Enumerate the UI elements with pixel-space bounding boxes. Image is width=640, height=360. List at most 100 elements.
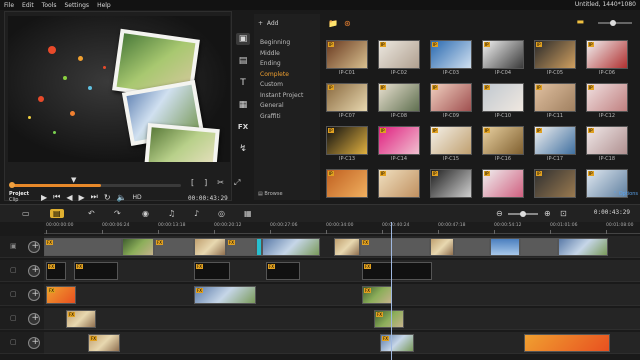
project-clip-toggle[interactable]: Project Clip (9, 191, 35, 203)
slider-knob[interactable] (610, 20, 616, 26)
preview-window[interactable] (8, 16, 230, 162)
category-middle[interactable]: Middle (258, 49, 318, 60)
mark-in-button[interactable]: [ (191, 178, 194, 188)
template-thumbnail[interactable]: IP (534, 169, 576, 199)
template-thumbnail[interactable]: IP IP-C02 (378, 40, 420, 76)
home-icon[interactable]: ⏮ (53, 192, 60, 202)
record-capture-icon[interactable]: ◉ (142, 209, 149, 218)
timeline-clip[interactable]: FX (44, 238, 122, 256)
play-icon[interactable]: ▶ (41, 193, 47, 202)
template-thumbnail[interactable]: IP IP-C15 (430, 126, 472, 162)
zoom-slider-knob[interactable] (520, 211, 526, 217)
view-mode-icon[interactable]: ▬ (576, 17, 584, 26)
add-button[interactable]: + Add (258, 20, 278, 27)
track-add-icon[interactable] (28, 313, 40, 325)
category-instant-project[interactable]: Instant Project (258, 91, 318, 102)
zoom-out-icon[interactable]: ⊖ (496, 209, 503, 218)
track-visibility-icon[interactable]: ▢ (10, 314, 17, 322)
browse-button[interactable]: ▤ Browse (258, 191, 283, 197)
template-thumbnail[interactable]: IP IP-C05 (534, 40, 576, 76)
undo-icon[interactable]: ↶ (88, 209, 95, 218)
track-add-icon[interactable] (28, 241, 40, 253)
timeline-clip[interactable]: FX (266, 262, 300, 280)
scrubber[interactable] (9, 182, 181, 188)
trim-marker[interactable]: ▼ (71, 176, 76, 184)
track-visibility-icon[interactable]: ▢ (10, 266, 17, 274)
category-complete[interactable]: Complete (258, 70, 318, 81)
instant-project-icon[interactable]: ▤ (236, 55, 250, 67)
timeline-clip[interactable]: FX (362, 262, 432, 280)
timeline-clip[interactable]: FX (46, 262, 66, 280)
folder-icon[interactable]: 📁 (328, 19, 338, 28)
timeline-clip[interactable] (454, 238, 490, 256)
timecode-display[interactable]: 00:00:43:29 (188, 195, 228, 202)
subtitle-icon[interactable]: ▦ (244, 209, 252, 218)
timeline-clip[interactable] (194, 238, 226, 256)
timeline-clip[interactable]: FX (194, 286, 256, 304)
hd-toggle[interactable]: HD (133, 194, 142, 201)
redo-icon[interactable]: ↷ (114, 209, 121, 218)
timeline-clip[interactable]: FX (154, 238, 194, 256)
path-icon[interactable]: ↯ (236, 143, 250, 155)
timeline-clip[interactable] (558, 238, 608, 256)
track-add-icon[interactable] (28, 337, 40, 349)
template-thumbnail[interactable]: IP IP-C13 (326, 126, 368, 162)
timeline-clip[interactable]: FX (226, 238, 256, 256)
timeline-ruler[interactable]: 00:00:00:00 00:00:06:24 00:00:13:18 00:00:2… (44, 222, 640, 234)
timeline-clip[interactable] (262, 238, 320, 256)
menu-tools[interactable]: Tools (38, 2, 61, 9)
track-visibility-icon[interactable]: ▣ (10, 242, 17, 250)
template-thumbnail[interactable]: IP IP-C16 (482, 126, 524, 162)
template-thumbnail[interactable]: IP (482, 169, 524, 199)
template-thumbnail[interactable]: IP IP-C14 (378, 126, 420, 162)
mark-out-button[interactable]: ] (204, 178, 207, 188)
timeline-clip[interactable]: FX (88, 334, 120, 352)
template-thumbnail[interactable]: IP (430, 169, 472, 199)
template-thumbnail[interactable]: IP IP-C17 (534, 126, 576, 162)
overlay-track[interactable]: FX FX (44, 308, 640, 330)
track-add-icon[interactable] (28, 289, 40, 301)
video-track[interactable]: FX FX FX FX (44, 236, 640, 258)
timeline-clip[interactable]: FX (66, 310, 96, 328)
timeline-clip[interactable]: FX (362, 286, 392, 304)
menu-file[interactable]: File (0, 2, 18, 9)
timeline-clip[interactable]: FX (374, 310, 404, 328)
motion-tracking-icon[interactable]: ◎ (218, 209, 225, 218)
zoom-in-icon[interactable]: ⊕ (544, 209, 551, 218)
auto-music-icon[interactable]: ♪ (194, 209, 199, 218)
title-icon[interactable]: T (236, 77, 250, 89)
template-thumbnail[interactable]: IP IP-C07 (326, 83, 368, 119)
template-thumbnail[interactable]: IP IP-C12 (586, 83, 628, 119)
template-thumbnail[interactable]: IP IP-C18 (586, 126, 628, 162)
end-icon[interactable]: ⏭ (91, 192, 98, 202)
timeline-clip[interactable]: FX (360, 238, 430, 256)
timeline-clip[interactable] (430, 238, 454, 256)
template-thumbnail[interactable]: IP IP-C06 (586, 40, 628, 76)
menu-edit[interactable]: Edit (18, 2, 38, 9)
track-visibility-icon[interactable]: ▢ (10, 290, 17, 298)
fx-icon[interactable]: FX (236, 121, 250, 133)
split-icon[interactable]: ✂ (217, 178, 224, 188)
transition-icon[interactable]: ▦ (236, 99, 250, 111)
track-visibility-icon[interactable]: ▢ (10, 338, 17, 346)
previous-frame-icon[interactable]: ◀ (66, 193, 72, 202)
filter-icon[interactable]: ⊛ (344, 19, 351, 28)
timeline-zoom-slider[interactable] (508, 211, 538, 217)
volume-icon[interactable]: 🔈 (117, 193, 127, 202)
menu-help[interactable]: Help (93, 2, 115, 9)
overlay-track[interactable]: FX FX (44, 332, 640, 354)
media-icon[interactable]: ▣ (236, 33, 250, 45)
fit-project-icon[interactable]: ⊡ (560, 209, 567, 218)
template-thumbnail[interactable]: IP IP-C10 (482, 83, 524, 119)
timeline-clip[interactable]: FX (194, 262, 230, 280)
repeat-icon[interactable]: ↻ (104, 193, 111, 202)
timeline-clip[interactable]: FX (74, 262, 118, 280)
sound-mixer-icon[interactable]: ♫ (168, 209, 175, 218)
category-ending[interactable]: Ending (258, 59, 318, 70)
template-thumbnail[interactable]: IP (326, 169, 368, 199)
next-frame-icon[interactable]: ▶ (79, 193, 85, 202)
category-general[interactable]: General (258, 101, 318, 112)
overlay-track[interactable]: FX FX FX (44, 284, 640, 306)
category-custom[interactable]: Custom (258, 80, 318, 91)
scrubber-start-knob[interactable] (9, 182, 15, 188)
